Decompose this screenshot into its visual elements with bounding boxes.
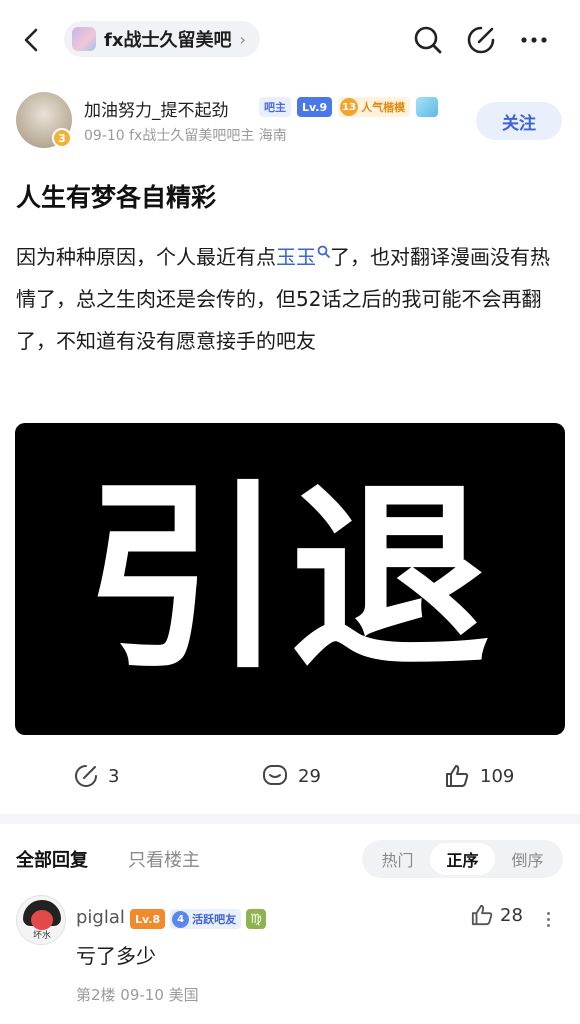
popular-badge-label: 人气楷模	[361, 101, 406, 114]
chevron-right-icon: ›	[239, 29, 246, 49]
forum-link[interactable]: fx战士久留美吧 ›	[64, 21, 260, 57]
author-badges: 吧主 Lv.9 13 人气楷模	[259, 97, 439, 117]
reply-meta: 第2楼 09-10 美国	[76, 986, 199, 1004]
back-button[interactable]	[14, 22, 50, 58]
tab-owner-only[interactable]: 只看楼主	[128, 846, 200, 872]
keyword-link[interactable]: 玉玉	[276, 245, 330, 269]
virgo-icon: ♍	[246, 909, 267, 929]
follow-button[interactable]: 关注	[476, 102, 562, 140]
reply-like-count: 28	[500, 904, 523, 926]
avatar-text: 坏水	[32, 931, 51, 941]
sort-descending[interactable]: 倒序	[495, 843, 560, 875]
post-body: 因为种种原因，个人最近有点玉玉 了，也对翻译漫画没有热情了，总之生肉还是会传的，但…	[16, 236, 564, 362]
sort-hot[interactable]: 热门	[365, 843, 430, 875]
more-vertical-icon	[546, 911, 550, 915]
popular-badge: 13 人气楷模	[338, 97, 411, 117]
reply-like-button[interactable]: 28	[470, 904, 523, 926]
forum-avatar	[72, 27, 96, 51]
search-icon	[414, 26, 442, 54]
avatar-level-badge: 3	[52, 128, 72, 148]
reply-more-button[interactable]	[540, 904, 556, 934]
section-divider	[0, 814, 580, 824]
edit-icon	[467, 26, 495, 54]
active-badge-label: 活跃吧友	[192, 913, 237, 926]
author-meta: 09-10 fx战士久留美吧吧主 海南	[84, 128, 287, 144]
reply-avatar[interactable]: 坏水	[16, 895, 66, 945]
sort-toggle: 热门 正序 倒序	[362, 840, 563, 878]
keyword-link-text: 玉玉	[276, 245, 316, 269]
like-count: 109	[480, 765, 515, 787]
reply-text: 亏了多少	[76, 944, 156, 968]
back-icon	[24, 28, 38, 52]
reply-level-badge: Lv.8	[130, 909, 166, 929]
sort-ascending[interactable]: 正序	[430, 843, 495, 875]
active-member-badge: 4 活跃吧友	[170, 909, 242, 929]
thumbs-up-icon	[471, 904, 493, 926]
post-image[interactable]: 引退	[15, 423, 565, 735]
like-button[interactable]: 109	[444, 764, 514, 788]
image-caption-text: 引退	[83, 461, 496, 696]
forum-owner-badge: 吧主	[259, 97, 291, 117]
level-badge: Lv.9	[297, 97, 333, 117]
comment-count: 29	[298, 765, 321, 787]
edit-button[interactable]	[463, 22, 499, 58]
reply-badges: Lv.8 4 活跃吧友 ♍	[130, 909, 267, 929]
share-icon	[75, 765, 97, 787]
post-title: 人生有梦各自精彩	[16, 183, 217, 212]
diamond-icon	[416, 97, 439, 117]
avatar-face	[31, 910, 53, 930]
post-body-text: 因为种种原因，个人最近有点	[16, 245, 276, 269]
forum-name: fx战士久留美吧	[104, 30, 232, 51]
share-count: 3	[108, 765, 120, 787]
popular-badge-number: 13	[340, 98, 359, 116]
top-nav-bar: fx战士久留美吧 ›	[0, 0, 580, 80]
search-small-icon	[317, 245, 330, 258]
tab-all-replies[interactable]: 全部回复	[16, 846, 88, 872]
more-icon	[521, 37, 547, 43]
share-button[interactable]: 3	[74, 764, 119, 788]
search-button[interactable]	[410, 22, 446, 58]
reply-author-name[interactable]: piglal	[76, 907, 125, 928]
comment-icon	[263, 765, 287, 785]
comment-button[interactable]: 29	[262, 764, 321, 788]
more-button[interactable]	[516, 22, 552, 58]
active-badge-number: 4	[172, 910, 190, 928]
author-name[interactable]: 加油努力_提不起劲	[84, 96, 229, 121]
thumbs-up-icon	[446, 765, 469, 787]
